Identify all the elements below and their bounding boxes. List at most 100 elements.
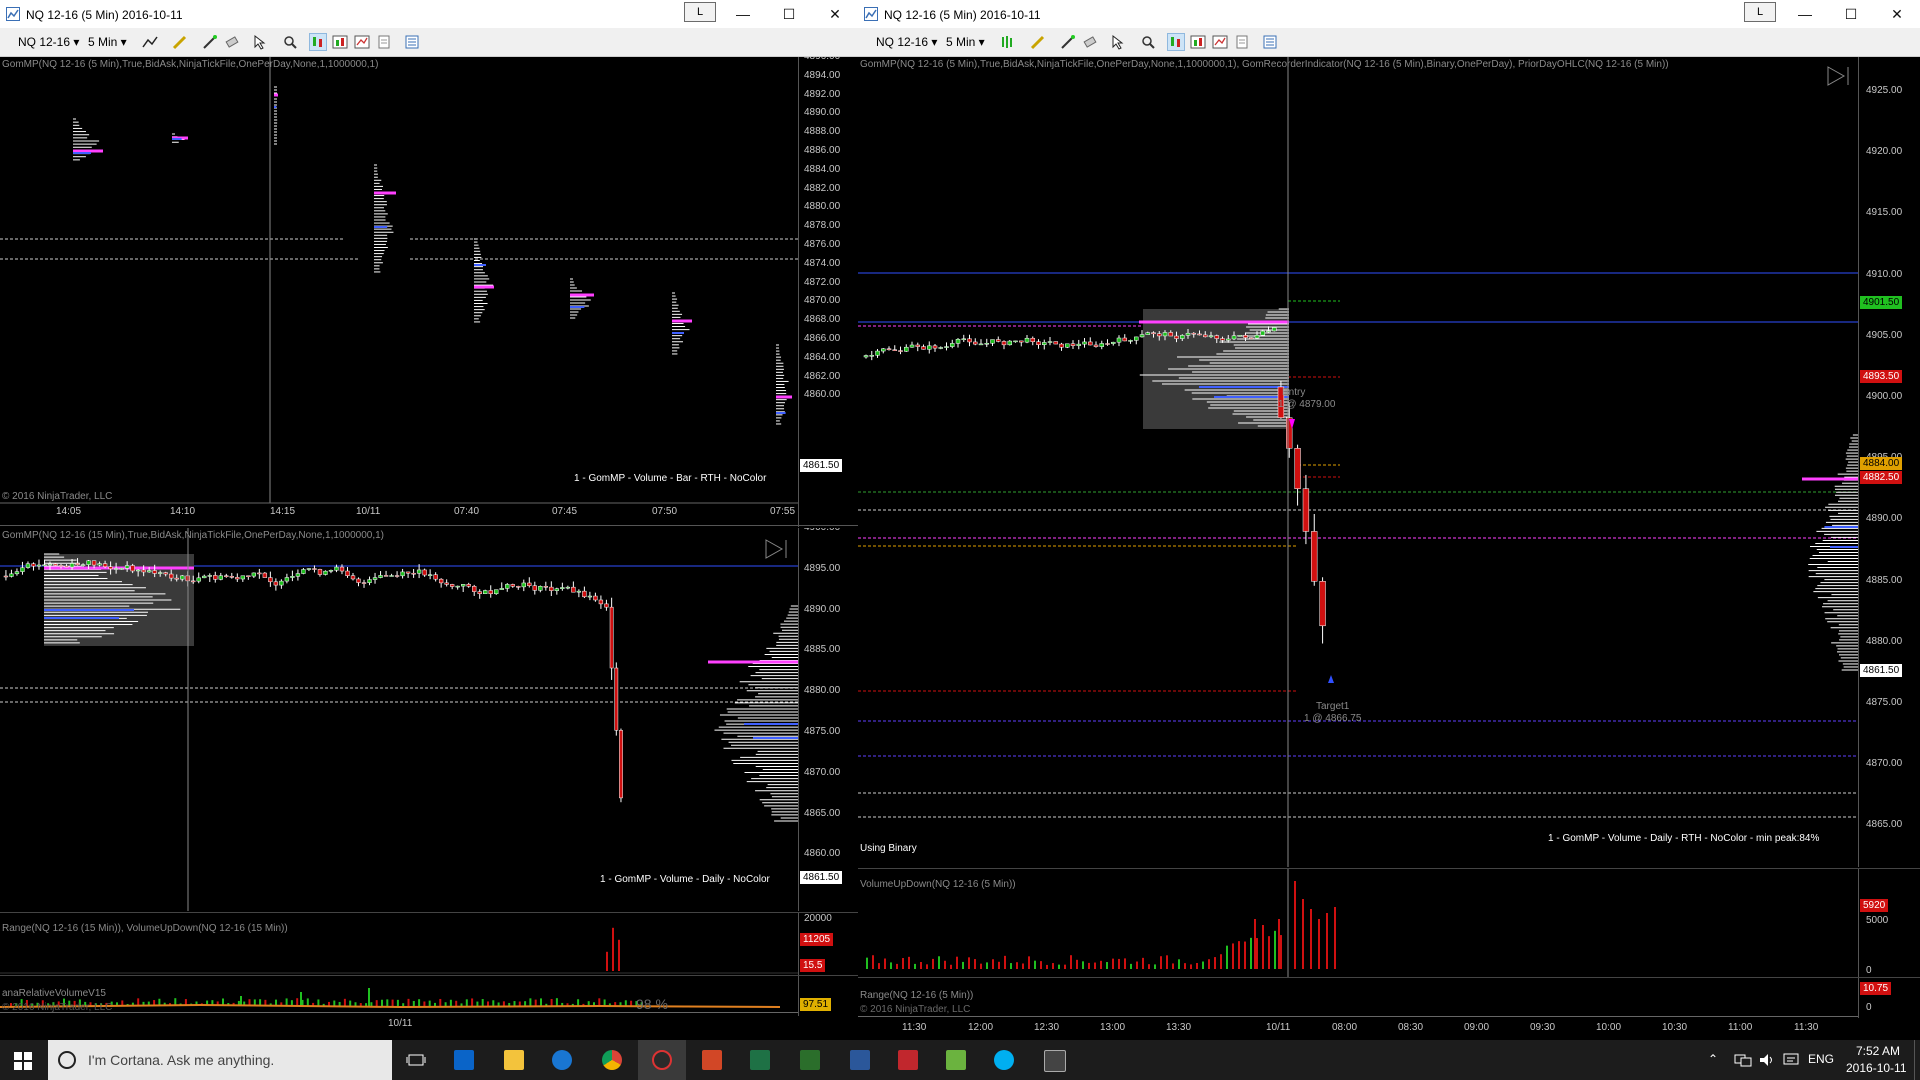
candle xyxy=(438,578,444,584)
data-box-icon[interactable] xyxy=(1262,34,1278,50)
candle xyxy=(240,575,245,580)
price-chart[interactable] xyxy=(0,528,858,911)
windows-start-icon[interactable] xyxy=(14,1052,32,1070)
y-tick: 4890.00 xyxy=(804,603,841,615)
range-volume-pane[interactable]: Range(NQ 12-16 (15 Min)), VolumeUpDown(N… xyxy=(0,912,858,975)
chart-pane-15min[interactable]: GomMP(NQ 12-16 (15 Min),True,BidAsk,Ninj… xyxy=(0,528,858,911)
notification-icon[interactable] xyxy=(1782,1052,1800,1068)
candle xyxy=(1319,581,1326,627)
title-bar[interactable]: NQ 12-16 (5 Min) 2016-10-11 L — ☐ ✕ xyxy=(0,0,858,28)
properties-icon[interactable] xyxy=(1234,34,1250,50)
x-tick: 11:30 xyxy=(902,1022,927,1033)
taskbar-app-ninjatrader[interactable] xyxy=(638,1040,686,1080)
volume-pane[interactable]: VolumeUpDown(NQ 12-16 (5 Min)) 5920 5000… xyxy=(858,868,1920,977)
line-tool-icon[interactable] xyxy=(142,34,158,50)
indicators-icon[interactable] xyxy=(332,34,348,50)
cortana-search-box[interactable]: I'm Cortana. Ask me anything. xyxy=(48,1040,392,1080)
task-view-button[interactable] xyxy=(392,1040,440,1080)
ninjatrader-icon xyxy=(652,1050,672,1070)
chart-pane-5min[interactable]: GomMP(NQ 12-16 (5 Min),True,BidAsk,Ninja… xyxy=(0,57,858,527)
price-chart[interactable] xyxy=(858,57,1920,867)
cursor-icon[interactable] xyxy=(1110,34,1126,50)
close-button[interactable]: ✕ xyxy=(812,0,858,28)
taskbar: I'm Cortana. Ask me anything. ⌃ ENG 7:52… xyxy=(0,1040,1920,1080)
taskbar-app-chrome[interactable] xyxy=(588,1040,636,1080)
taskbar-app-calculator[interactable] xyxy=(1030,1040,1078,1080)
price-chart[interactable] xyxy=(0,57,858,527)
taskbar-app-word[interactable] xyxy=(836,1040,884,1080)
chart-pane-main[interactable]: GomMP(NQ 12-16 (5 Min),True,BidAsk,Ninja… xyxy=(858,57,1920,867)
maximize-button[interactable]: ☐ xyxy=(1828,0,1874,28)
bar-type-icon[interactable] xyxy=(309,33,327,51)
candle xyxy=(565,586,571,589)
y-tick: 20000 xyxy=(804,913,832,924)
rel-volume-bar xyxy=(449,999,452,1006)
bar-type-icon[interactable] xyxy=(1167,33,1185,51)
x-tick: 10/11 xyxy=(388,1018,413,1029)
edge-icon xyxy=(552,1050,572,1070)
candle xyxy=(527,582,532,586)
interval-selector[interactable]: 5 Min ▾ xyxy=(946,34,985,50)
close-button[interactable]: ✕ xyxy=(1874,0,1920,28)
chevron-up-icon[interactable]: ⌃ xyxy=(1708,1052,1718,1066)
pencil-icon[interactable] xyxy=(172,34,188,50)
y-tick: 4894.00 xyxy=(804,69,841,81)
minimize-button[interactable]: — xyxy=(720,0,766,28)
volume-bar xyxy=(866,957,868,969)
scroll-end-icon[interactable] xyxy=(1826,65,1852,87)
zoom-icon[interactable] xyxy=(1140,34,1156,50)
language-indicator[interactable]: ENG xyxy=(1808,1052,1834,1066)
indicators-icon[interactable] xyxy=(1190,34,1206,50)
taskbar-app-edge[interactable] xyxy=(538,1040,586,1080)
volume-bar xyxy=(1294,881,1296,969)
candle xyxy=(472,586,477,592)
link-button[interactable]: L xyxy=(684,2,716,22)
taskbar-app-tws[interactable] xyxy=(786,1040,834,1080)
taskbar-app-outlook[interactable] xyxy=(440,1040,488,1080)
taskbar-app-excel[interactable] xyxy=(736,1040,784,1080)
clock-time[interactable]: 7:52 AM xyxy=(1856,1044,1900,1058)
taskbar-app-skype[interactable] xyxy=(980,1040,1028,1080)
properties-icon[interactable] xyxy=(376,34,392,50)
candle xyxy=(494,589,499,595)
relative-volume-pane[interactable]: anaRelativeVolumeV15 98 % © 2016 NinjaTr… xyxy=(0,975,858,1040)
eraser-icon[interactable] xyxy=(1082,34,1098,50)
show-desktop-button[interactable] xyxy=(1914,1040,1920,1080)
taskbar-app-explorer[interactable] xyxy=(490,1040,538,1080)
data-box-icon[interactable] xyxy=(404,34,420,50)
pencil-icon[interactable] xyxy=(1030,34,1046,50)
candle xyxy=(422,569,427,576)
instrument-selector[interactable]: NQ 12-16 ▾ xyxy=(18,34,79,50)
network-icon[interactable] xyxy=(1734,1052,1752,1068)
y-tick: 4868.00 xyxy=(804,314,841,326)
candle xyxy=(405,571,411,574)
candle xyxy=(1036,341,1041,345)
maximize-button[interactable]: ☐ xyxy=(766,0,812,28)
chart-window-right[interactable]: NQ 12-16 (5 Min) 2016-10-11 L — ☐ ✕ NQ 1… xyxy=(858,0,1920,1040)
taskbar-app-powerpoint[interactable] xyxy=(688,1040,736,1080)
volume-icon[interactable] xyxy=(1758,1052,1776,1068)
rel-volume-bar xyxy=(487,1001,489,1006)
magic-icon[interactable] xyxy=(1060,34,1076,50)
minimize-button[interactable]: — xyxy=(1782,0,1828,28)
eraser-icon[interactable] xyxy=(224,34,240,50)
cursor-icon[interactable] xyxy=(252,34,268,50)
candle xyxy=(950,343,955,347)
candle xyxy=(488,590,493,595)
taskbar-app-greenshot[interactable] xyxy=(932,1040,980,1080)
taskbar-app-acrobat[interactable] xyxy=(884,1040,932,1080)
instrument-selector[interactable]: NQ 12-16 ▾ xyxy=(876,34,937,50)
scroll-end-icon[interactable] xyxy=(764,538,790,560)
bar-style-icon[interactable] xyxy=(1000,34,1016,50)
link-button[interactable]: L xyxy=(1744,2,1776,22)
interval-selector[interactable]: 5 Min ▾ xyxy=(88,34,127,50)
clock-date[interactable]: 2016-10-11 xyxy=(1846,1061,1907,1075)
strategy-icon[interactable] xyxy=(1212,34,1228,50)
zoom-icon[interactable] xyxy=(282,34,298,50)
title-bar[interactable]: NQ 12-16 (5 Min) 2016-10-11 L — ☐ ✕ xyxy=(858,0,1920,28)
range-pane[interactable]: Range(NQ 12-16 (5 Min)) © 2016 NinjaTrad… xyxy=(858,977,1920,1040)
calculator-icon xyxy=(1044,1050,1066,1072)
chart-window-left[interactable]: NQ 12-16 (5 Min) 2016-10-11 L — ☐ ✕ NQ 1… xyxy=(0,0,858,1040)
strategy-icon[interactable] xyxy=(354,34,370,50)
magic-icon[interactable] xyxy=(202,34,218,50)
